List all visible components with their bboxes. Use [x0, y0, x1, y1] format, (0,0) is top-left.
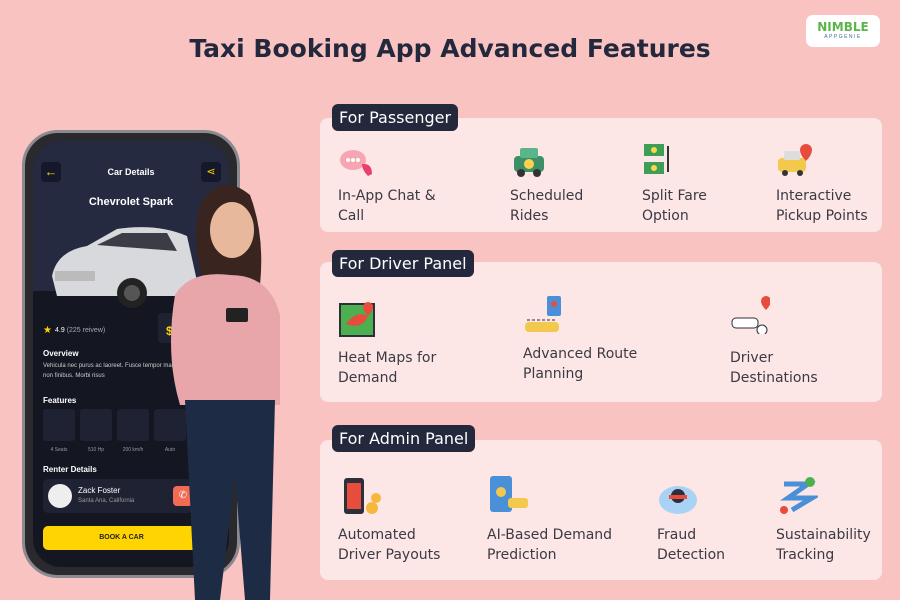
feature-1 [43, 409, 75, 441]
ai-phone-taxi-icon [490, 476, 528, 512]
feature-heat-maps: Heat Maps for Demand [338, 350, 437, 386]
feature-interactive-pickup: Interactive Pickup Points [776, 188, 868, 224]
heat-map-icon [339, 302, 375, 337]
avatar [48, 484, 72, 508]
feature-sustainability: Sustainability Tracking [776, 527, 871, 563]
renter-name: Zack Foster [78, 486, 121, 495]
sustainability-route-icon [780, 477, 818, 514]
feature-scheduled-rides: Scheduled Rides [510, 188, 584, 224]
chat-call-icon [340, 150, 372, 176]
review-count: (225 reivew) [66, 327, 106, 334]
woman-image [171, 184, 280, 600]
pickup-pin-icon [778, 144, 812, 176]
star-icon: ★ [43, 325, 52, 336]
payout-icon [344, 478, 381, 514]
feature-driver-destinations: Driver Destinations [730, 350, 818, 386]
section-label-passenger: For Passenger [332, 104, 459, 131]
feature-in-app-chat: In-App Chat & Call [338, 188, 436, 224]
section-label-admin: For Admin Panel [332, 425, 476, 452]
logo: NIMBLE APPGENIE [806, 15, 880, 47]
driver-destination-icon [731, 296, 770, 334]
overview-title: Overview [43, 349, 79, 358]
feature-driver-payouts: Automated Driver Payouts [338, 527, 441, 563]
feature-3 [117, 409, 149, 441]
renter-title: Renter Details [43, 465, 97, 474]
split-money-icon [644, 144, 669, 174]
features-title: Features [43, 396, 77, 405]
page-title: Taxi Booking App Advanced Features [189, 34, 711, 63]
feature-route-planning: Advanced Route Planning [523, 346, 638, 382]
feature-fraud-detection: Fraud Detection [657, 527, 726, 563]
feature-2 [80, 409, 112, 441]
taxi-schedule-icon [514, 148, 544, 177]
fraud-icon [659, 486, 697, 514]
feature-ai-demand: AI-Based Demand Prediction [487, 527, 613, 563]
rating: 4.9 [55, 327, 65, 334]
renter-location: Santa Ana, California [78, 498, 135, 504]
section-label-driver: For Driver Panel [332, 250, 474, 277]
feature-split-fare: Split Fare Option [642, 188, 707, 224]
route-planning-icon [525, 296, 561, 332]
